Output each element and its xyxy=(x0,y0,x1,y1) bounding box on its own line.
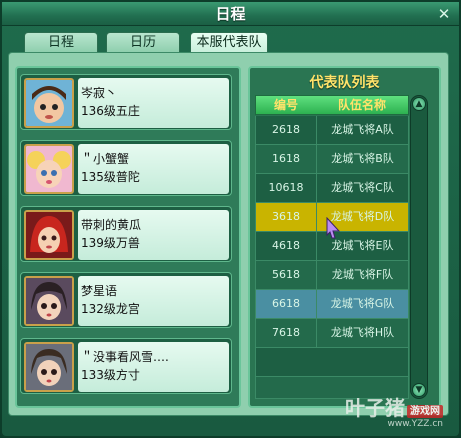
team-id: 3618 xyxy=(272,210,300,223)
tab-calendar[interactable]: 日历 xyxy=(106,32,180,52)
team-name: 龙城飞将A队 xyxy=(331,123,394,136)
table-row[interactable]: 6618 龙城飞将G队 xyxy=(255,290,409,319)
scroll-up-icon[interactable]: ▲ xyxy=(412,97,426,111)
member-card[interactable]: 梦星语 132级龙宫 xyxy=(20,272,232,328)
member-info: 岑寂丶 136级五庄 xyxy=(78,78,229,128)
member-level: 136级五庄 xyxy=(81,104,140,118)
team-name: 龙城飞将C队 xyxy=(331,181,394,194)
empty-row xyxy=(255,348,409,377)
member-name: 带刺的黄瓜 xyxy=(81,218,142,232)
team-name: 龙城飞将F队 xyxy=(331,268,394,281)
member-name: 岑寂丶 xyxy=(81,86,118,100)
column-header-id[interactable]: 编号 xyxy=(256,96,316,114)
column-header-name[interactable]: 队伍名称 xyxy=(316,96,408,114)
member-info: 带刺的黄瓜 139级万兽 xyxy=(78,210,229,260)
table-header: 编号 队伍名称 xyxy=(255,95,409,115)
member-name: ＂没事看风雪…. xyxy=(81,350,169,364)
team-id: 5618 xyxy=(272,268,300,281)
team-name: 龙城飞将G队 xyxy=(330,297,395,310)
avatar xyxy=(24,78,74,128)
mouse-cursor-icon xyxy=(326,217,340,239)
watermark-main: 叶子猪 xyxy=(345,396,405,420)
member-card[interactable]: 岑寂丶 136级五庄 xyxy=(20,74,232,130)
avatar xyxy=(24,144,74,194)
member-level: 133级方寸 xyxy=(81,368,140,382)
team-id: 6618 xyxy=(272,297,300,310)
table-row[interactable]: 1618 龙城飞将B队 xyxy=(255,145,409,174)
scrollbar[interactable]: ▲ ▼ xyxy=(410,95,428,399)
avatar xyxy=(24,210,74,260)
tab-server-team[interactable]: 本服代表队 xyxy=(190,32,268,52)
team-list-title: 代表队列表 xyxy=(309,75,380,91)
member-card[interactable]: ＂没事看风雪…. 133级方寸 xyxy=(20,338,232,394)
avatar xyxy=(24,276,74,326)
table-row[interactable]: 7618 龙城飞将H队 xyxy=(255,319,409,348)
watermark-logo: 叶子猪 游戏网 www.YZZ.cn xyxy=(345,392,443,429)
team-id: 7618 xyxy=(272,326,300,339)
table-row[interactable]: 5618 龙城飞将F队 xyxy=(255,261,409,290)
member-level: 135级普陀 xyxy=(81,170,140,184)
tab-schedule[interactable]: 日程 xyxy=(24,32,98,52)
table-row[interactable]: 10618 龙城飞将C队 xyxy=(255,174,409,203)
watermark-url: www.YZZ.cn xyxy=(387,419,443,429)
watermark-badge: 游戏网 xyxy=(407,405,443,418)
team-id: 2618 xyxy=(272,123,300,136)
member-level: 139级万兽 xyxy=(81,236,140,250)
table-row[interactable]: 2618 龙城飞将A队 xyxy=(255,116,409,145)
member-name: ＂小蟹蟹 xyxy=(81,152,130,166)
member-card[interactable]: ＂小蟹蟹 135级普陀 xyxy=(20,140,232,196)
team-id: 4618 xyxy=(272,239,300,252)
team-name: 龙城飞将H队 xyxy=(330,326,395,339)
member-name: 梦星语 xyxy=(81,284,118,298)
member-card[interactable]: 带刺的黄瓜 139级万兽 xyxy=(20,206,232,262)
member-info: ＂小蟹蟹 135级普陀 xyxy=(78,144,229,194)
title-bar: 日程 ✕ xyxy=(2,2,459,26)
team-name: 龙城飞将B队 xyxy=(331,152,394,165)
member-info: ＂没事看风雪…. 133级方寸 xyxy=(78,342,229,392)
window-title: 日程 xyxy=(215,5,246,23)
member-level: 132级龙宫 xyxy=(81,302,140,316)
avatar xyxy=(24,342,74,392)
team-id: 10618 xyxy=(268,181,304,194)
team-id: 1618 xyxy=(272,152,300,165)
close-icon[interactable]: ✕ xyxy=(435,5,453,23)
member-info: 梦星语 132级龙宫 xyxy=(78,276,229,326)
